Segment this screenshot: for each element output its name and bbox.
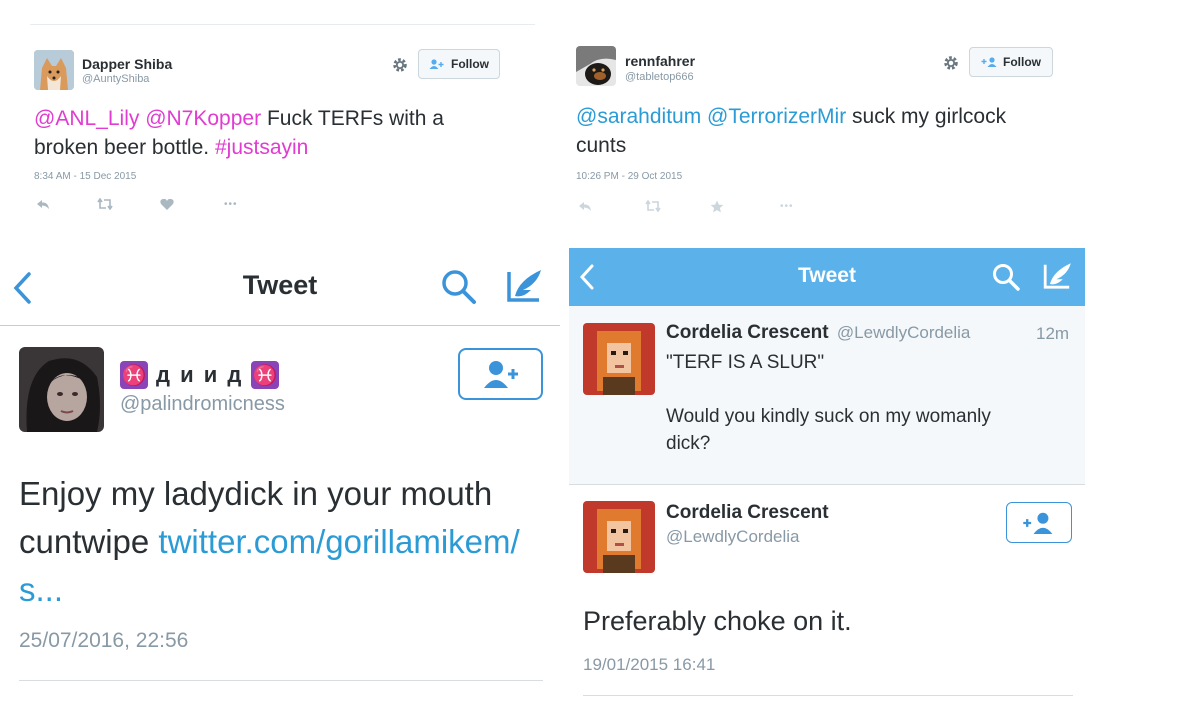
tweet-text-part: "TERF IS A SLUR"	[666, 352, 825, 373]
tweet-text-part: Would you kindly suck on my womanly	[666, 406, 991, 427]
divider	[583, 695, 1073, 696]
display-name[interactable]: Cordelia Crescent	[666, 502, 829, 524]
add-user-icon	[483, 361, 518, 388]
search-icon[interactable]	[440, 268, 478, 306]
follow-button[interactable]	[458, 348, 543, 400]
username[interactable]: @tabletop666	[625, 71, 694, 83]
timestamp: 25/07/2016, 22:56	[19, 629, 189, 652]
more-options-icon[interactable]: •••	[780, 201, 794, 212]
follow-label: Follow	[451, 57, 489, 71]
nav-bar: Tweet	[0, 248, 560, 326]
username[interactable]: @AuntyShiba	[82, 73, 149, 85]
tweet-actions: •••	[578, 198, 794, 214]
divider	[19, 680, 543, 681]
more-options-icon[interactable]: •••	[224, 199, 238, 210]
avatar[interactable]	[576, 46, 616, 86]
avatar[interactable]	[583, 501, 655, 573]
reply-icon[interactable]	[578, 200, 592, 212]
tweet-text-part: broken beer bottle.	[34, 136, 210, 159]
tweet-text: @ANL_Lily @N7Kopper Fuck TERFs with a br…	[34, 104, 504, 162]
display-name-text: д и и д	[156, 362, 244, 387]
nav-bar: Tweet	[569, 248, 1085, 306]
gear-icon[interactable]	[391, 56, 409, 74]
hashtag-link[interactable]: #justsayin	[215, 136, 308, 159]
follow-button[interactable]: Follow	[418, 49, 500, 79]
gear-icon[interactable]	[942, 54, 960, 72]
tweet-text-part: Fuck TERFs with a	[266, 107, 444, 130]
avatar[interactable]	[583, 323, 655, 395]
divider	[0, 325, 560, 326]
reply-icon[interactable]	[36, 198, 50, 210]
mention-link[interactable]: @N7Kopper	[145, 107, 261, 130]
divider	[569, 484, 1085, 485]
tweet-text-part: cunts	[576, 134, 627, 157]
divider	[30, 24, 535, 25]
avatar[interactable]	[19, 347, 104, 432]
tweet-link[interactable]: twitter.com/gorillamikem/	[158, 523, 519, 560]
tweet-text-part: Enjoy my ladydick in your mouth	[19, 475, 493, 512]
username: @LewdlyCordelia	[836, 323, 971, 342]
relative-time: 12m	[1036, 324, 1070, 343]
add-user-icon	[1023, 512, 1053, 534]
username[interactable]: @palindromicness	[120, 393, 285, 416]
compose-icon[interactable]	[505, 266, 545, 306]
tweet-actions: •••	[36, 196, 238, 212]
display-name[interactable]: Cordelia Crescent @LewdlyCordelia	[666, 322, 970, 344]
display-name-text: Cordelia Crescent	[666, 322, 829, 343]
add-user-icon	[981, 57, 997, 67]
search-icon[interactable]	[991, 262, 1021, 292]
pisces-emoji-icon: ♓	[120, 361, 148, 389]
username[interactable]: @LewdlyCordelia	[666, 527, 800, 547]
follow-button[interactable]: Follow	[969, 47, 1053, 77]
timestamp[interactable]: 10:26 PM - 29 Oct 2015	[576, 171, 682, 182]
like-heart-icon[interactable]	[160, 198, 174, 210]
retweet-icon[interactable]	[96, 198, 114, 210]
add-user-icon	[429, 59, 444, 69]
display-name[interactable]: ♓ д и и д ♓	[120, 361, 280, 389]
tweet-text: @sarahditum @TerrorizerMir suck my girlc…	[576, 102, 1076, 160]
mention-link[interactable]: @ANL_Lily	[34, 107, 139, 130]
follow-button[interactable]	[1006, 502, 1072, 543]
display-name[interactable]: rennfahrer	[625, 53, 695, 69]
tweet-text: "TERF IS A SLUR" Would you kindly suck o…	[666, 349, 1071, 457]
tweet-text: Preferably choke on it.	[583, 606, 852, 636]
tweet-link[interactable]: s...	[19, 571, 63, 608]
timestamp: 19/01/2015 16:41	[583, 655, 716, 674]
pisces-emoji-icon: ♓	[251, 361, 280, 389]
follow-label: Follow	[1003, 55, 1041, 69]
retweet-icon[interactable]	[644, 200, 662, 212]
mention-link[interactable]: @TerrorizerMir	[707, 105, 846, 128]
tweet-text: Enjoy my ladydick in your mouth cuntwipe…	[19, 470, 554, 614]
display-name[interactable]: Dapper Shiba	[82, 56, 172, 72]
tweet-text-part: dick?	[666, 433, 711, 454]
favorite-star-icon[interactable]	[710, 200, 724, 213]
timestamp[interactable]: 8:34 AM - 15 Dec 2015	[34, 171, 136, 182]
avatar[interactable]	[34, 50, 74, 90]
tweet-text-part: suck my girlcock	[852, 105, 1007, 128]
compose-icon[interactable]	[1042, 260, 1074, 292]
mention-link[interactable]: @sarahditum	[576, 105, 701, 128]
tweet-text-part: cuntwipe	[19, 523, 150, 560]
